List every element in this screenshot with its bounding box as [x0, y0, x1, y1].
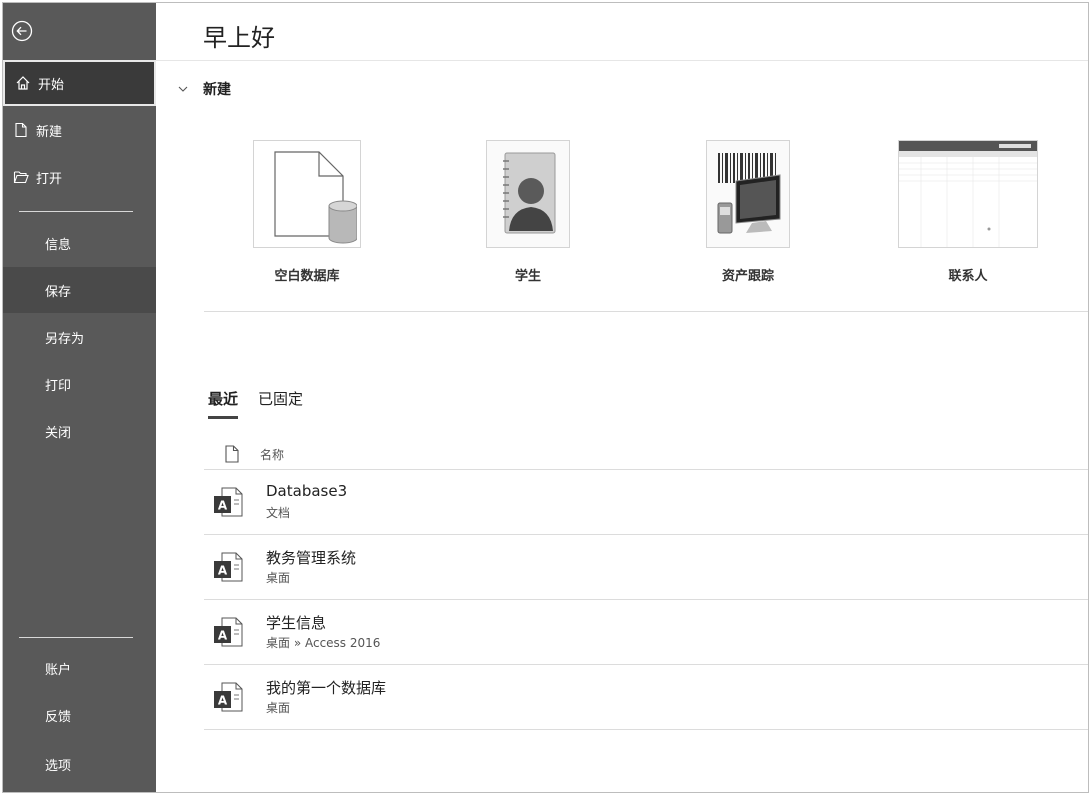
recent-file-row[interactable]: A Database3 文档: [204, 470, 1088, 535]
nav-account-label: 账户: [45, 662, 72, 678]
template-label: 空白数据库: [274, 269, 340, 284]
access-file-icon: A: [214, 682, 243, 712]
access-file-icon: A: [214, 617, 243, 647]
file-path: 桌面: [266, 701, 291, 715]
template-contacts[interactable]: 联系人: [898, 140, 1038, 284]
nav-close[interactable]: 关闭: [3, 408, 156, 454]
column-name-label: 名称: [260, 447, 285, 462]
file-icon: [224, 445, 240, 463]
new-document-icon: [13, 122, 29, 138]
asset-tracking-icon: [706, 140, 790, 248]
nav-info[interactable]: 信息: [3, 220, 156, 266]
template-asset-tracking[interactable]: 资产跟踪: [706, 140, 790, 284]
section-divider: [204, 311, 1088, 312]
file-path: 桌面: [266, 571, 291, 585]
backstage-window: 开始 新建 打开 信息 保存 另存为 打印 关闭 账户 反馈 选项 早上好 新建…: [2, 2, 1089, 793]
nav-close-label: 关闭: [45, 425, 72, 441]
recent-tabs: 最近 已固定: [208, 388, 323, 419]
main-panel: 早上好 新建 空白数据库 学生 资产跟踪 联系人 最近 已固定 名称 A Dat…: [156, 3, 1088, 792]
svg-text:A: A: [218, 694, 228, 708]
nav-feedback-label: 反馈: [45, 709, 72, 725]
nav-options-label: 选项: [45, 758, 72, 774]
header: 早上好: [156, 3, 1088, 61]
new-section-title: 新建: [203, 82, 231, 98]
nav-account[interactable]: 账户: [3, 645, 156, 691]
file-name: 我的第一个数据库: [266, 679, 387, 697]
file-name: Database3: [266, 482, 348, 500]
nav-options[interactable]: 选项: [3, 741, 156, 787]
open-folder-icon: [13, 169, 29, 185]
access-file-icon: A: [214, 487, 243, 517]
template-blank-database[interactable]: 空白数据库: [253, 140, 361, 284]
template-student[interactable]: 学生: [486, 140, 570, 284]
nav-home-label: 开始: [38, 77, 65, 93]
tab-recent[interactable]: 最近: [208, 388, 239, 419]
greeting-title: 早上好: [203, 24, 275, 52]
svg-text:A: A: [218, 629, 228, 643]
nav-save[interactable]: 保存: [3, 267, 156, 313]
template-label: 资产跟踪: [721, 269, 774, 284]
file-path: 桌面 » Access 2016: [266, 636, 381, 650]
svg-text:A: A: [218, 564, 228, 578]
template-label: 学生: [514, 269, 541, 284]
nav-print[interactable]: 打印: [3, 361, 156, 407]
file-path: 文档: [266, 506, 291, 520]
file-name: 教务管理系统: [266, 549, 357, 567]
file-name: 学生信息: [266, 614, 327, 632]
recent-file-row[interactable]: A 学生信息 桌面 » Access 2016: [204, 600, 1088, 665]
template-label: 联系人: [948, 269, 988, 284]
nav-open-label: 打开: [36, 171, 63, 187]
nav-print-label: 打印: [45, 378, 72, 394]
back-arrow-icon[interactable]: [11, 20, 33, 42]
sidebar-divider: [19, 211, 133, 212]
blank-database-icon: [253, 140, 361, 248]
nav-info-label: 信息: [45, 237, 72, 253]
recent-file-row[interactable]: A 我的第一个数据库 桌面: [204, 665, 1088, 730]
recent-file-row[interactable]: A 教务管理系统 桌面: [204, 535, 1088, 600]
nav-save-as[interactable]: 另存为: [3, 314, 156, 360]
nav-home[interactable]: 开始: [3, 60, 156, 106]
sidebar-divider: [19, 637, 133, 638]
nav-new-label: 新建: [36, 124, 63, 140]
tab-pinned[interactable]: 已固定: [258, 388, 303, 419]
sidebar: 开始 新建 打开 信息 保存 另存为 打印 关闭 账户 反馈 选项: [3, 3, 156, 792]
new-section-toggle[interactable]: 新建: [177, 79, 231, 99]
nav-save-label: 保存: [45, 284, 72, 300]
file-list-header: 名称: [204, 440, 1088, 468]
student-icon: [486, 140, 570, 248]
nav-new[interactable]: 新建: [3, 107, 156, 153]
contacts-list-icon: [898, 140, 1038, 248]
svg-text:A: A: [218, 499, 228, 513]
access-file-icon: A: [214, 552, 243, 582]
home-icon: [15, 75, 31, 91]
nav-open[interactable]: 打开: [3, 154, 156, 200]
nav-save-as-label: 另存为: [45, 331, 85, 347]
nav-feedback[interactable]: 反馈: [3, 692, 156, 738]
chevron-down-icon: [177, 83, 189, 95]
